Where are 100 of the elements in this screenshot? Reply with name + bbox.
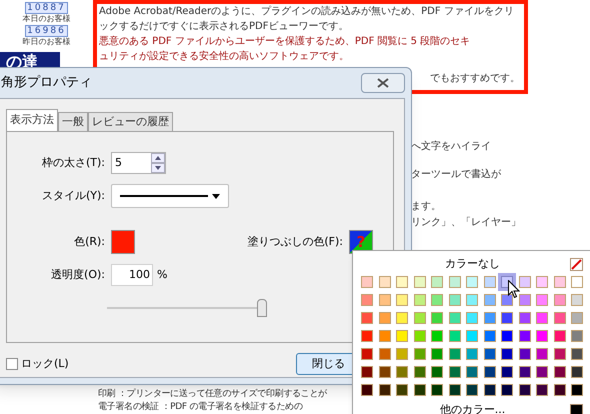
color-swatch[interactable]	[414, 312, 426, 324]
color-swatch[interactable]	[378, 276, 390, 288]
color-swatch[interactable]	[554, 294, 566, 306]
color-swatch[interactable]	[431, 384, 443, 396]
color-swatch[interactable]	[571, 366, 583, 378]
color-swatch[interactable]	[378, 312, 390, 324]
color-swatch[interactable]	[484, 312, 496, 324]
color-swatch[interactable]	[536, 330, 548, 342]
color-swatch[interactable]	[554, 312, 566, 324]
color-swatch[interactable]	[518, 312, 530, 324]
color-swatch[interactable]	[448, 384, 460, 396]
color-swatch[interactable]	[484, 330, 496, 342]
color-swatch[interactable]	[484, 366, 496, 378]
color-swatch[interactable]	[431, 330, 443, 342]
color-swatch[interactable]	[554, 348, 566, 360]
color-swatch[interactable]	[448, 312, 460, 324]
color-swatch[interactable]	[501, 348, 513, 360]
color-swatch[interactable]	[466, 366, 478, 378]
color-swatch[interactable]	[414, 366, 426, 378]
color-swatch[interactable]	[554, 276, 566, 288]
color-swatch[interactable]	[414, 276, 426, 288]
color-swatch[interactable]	[361, 312, 373, 324]
color-swatch[interactable]	[501, 330, 513, 342]
color-swatch[interactable]	[466, 330, 478, 342]
color-swatch[interactable]	[396, 276, 408, 288]
color-swatch[interactable]	[361, 294, 373, 306]
color-swatch[interactable]	[448, 294, 460, 306]
color-swatch[interactable]	[414, 384, 426, 396]
color-swatch[interactable]	[571, 294, 583, 306]
color-swatch[interactable]	[554, 330, 566, 342]
color-swatch[interactable]	[396, 384, 408, 396]
color-swatch[interactable]	[361, 366, 373, 378]
color-swatch[interactable]	[466, 384, 478, 396]
color-swatch[interactable]	[378, 348, 390, 360]
style-dropdown[interactable]	[111, 184, 229, 208]
color-swatch[interactable]	[501, 312, 513, 324]
color-swatch[interactable]	[431, 312, 443, 324]
color-swatch[interactable]	[518, 348, 530, 360]
color-swatch[interactable]	[518, 384, 530, 396]
no-color-icon[interactable]	[570, 258, 583, 270]
color-swatch[interactable]	[414, 294, 426, 306]
color-swatch[interactable]	[431, 366, 443, 378]
color-swatch[interactable]	[518, 276, 530, 288]
color-swatch[interactable]	[518, 330, 530, 342]
color-swatch[interactable]	[396, 366, 408, 378]
color-swatch[interactable]	[501, 366, 513, 378]
tab[interactable]: 表示方法	[6, 109, 58, 131]
color-swatch[interactable]	[554, 384, 566, 396]
color-swatch[interactable]	[466, 294, 478, 306]
color-swatch[interactable]	[414, 348, 426, 360]
color-swatch[interactable]	[484, 348, 496, 360]
color-swatch[interactable]	[448, 348, 460, 360]
color-swatch[interactable]	[536, 276, 548, 288]
color-swatch[interactable]	[484, 384, 496, 396]
color-swatch[interactable]	[571, 384, 583, 396]
color-swatch[interactable]	[431, 348, 443, 360]
color-swatch[interactable]	[466, 276, 478, 288]
color-swatch[interactable]	[484, 294, 496, 306]
color-swatch[interactable]	[484, 276, 496, 288]
color-swatch[interactable]	[111, 230, 135, 254]
color-swatch[interactable]	[378, 330, 390, 342]
color-swatch[interactable]	[378, 294, 390, 306]
color-swatch[interactable]	[466, 312, 478, 324]
color-swatch[interactable]	[361, 348, 373, 360]
color-swatch[interactable]	[501, 294, 513, 306]
lock-checkbox[interactable]	[6, 358, 18, 370]
color-swatch[interactable]	[536, 384, 548, 396]
color-swatch[interactable]	[448, 330, 460, 342]
color-swatch[interactable]	[378, 366, 390, 378]
close-button[interactable]	[361, 73, 405, 93]
color-swatch[interactable]	[571, 312, 583, 324]
tab[interactable]: レビューの履歴	[88, 112, 173, 131]
color-swatch[interactable]	[361, 276, 373, 288]
color-swatch[interactable]	[431, 276, 443, 288]
color-swatch[interactable]	[448, 366, 460, 378]
color-swatch[interactable]	[396, 312, 408, 324]
color-swatch[interactable]	[396, 348, 408, 360]
color-swatch[interactable]	[571, 348, 583, 360]
color-swatch[interactable]	[361, 330, 373, 342]
color-swatch[interactable]	[361, 384, 373, 396]
color-swatch[interactable]	[466, 348, 478, 360]
color-swatch[interactable]	[396, 330, 408, 342]
color-swatch[interactable]	[571, 330, 583, 342]
color-swatch[interactable]	[378, 384, 390, 396]
color-swatch[interactable]	[536, 294, 548, 306]
color-swatch[interactable]	[396, 294, 408, 306]
no-color-option[interactable]: カラーなし	[445, 256, 500, 272]
color-swatch[interactable]	[431, 294, 443, 306]
color-swatch[interactable]	[501, 384, 513, 396]
color-swatch[interactable]	[554, 366, 566, 378]
opacity-field[interactable]: 100	[111, 264, 153, 286]
color-swatch[interactable]	[518, 366, 530, 378]
color-swatch[interactable]	[571, 276, 583, 288]
opacity-slider[interactable]	[107, 298, 267, 318]
color-swatch[interactable]	[536, 312, 548, 324]
color-swatch[interactable]	[518, 294, 530, 306]
color-swatch[interactable]	[536, 348, 548, 360]
tab[interactable]: 一般	[58, 112, 88, 131]
color-swatch[interactable]	[536, 366, 548, 378]
thickness-spinbox[interactable]: 5	[111, 152, 166, 174]
